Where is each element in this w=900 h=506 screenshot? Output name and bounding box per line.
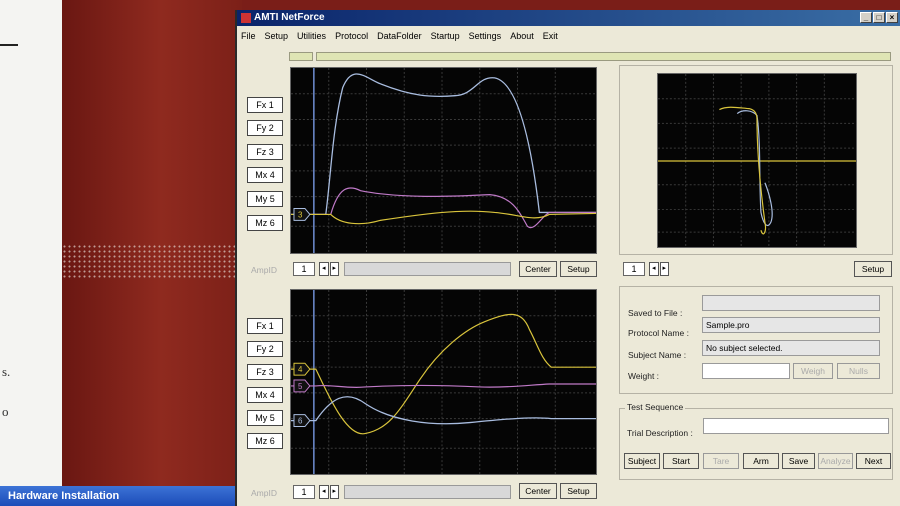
- arm-button[interactable]: Arm: [743, 453, 779, 469]
- save-button[interactable]: Save: [782, 453, 815, 469]
- menu-settings[interactable]: Settings: [469, 28, 502, 44]
- weigh-button[interactable]: Weigh: [793, 363, 833, 379]
- trial-description-label: Trial Description :: [627, 428, 693, 438]
- trace-fz-bottom: [291, 313, 596, 435]
- menu-about[interactable]: About: [510, 28, 534, 44]
- tare-button[interactable]: Tare: [703, 453, 739, 469]
- menu-exit[interactable]: Exit: [543, 28, 558, 44]
- amp-id-value-top[interactable]: 1: [293, 262, 315, 276]
- saved-to-file-label: Saved to File :: [628, 308, 683, 318]
- menu-protocol[interactable]: Protocol: [335, 28, 368, 44]
- spin-left-icon: ◂: [319, 262, 329, 276]
- minimize-button[interactable]: _: [860, 12, 872, 23]
- nulls-button[interactable]: Nulls: [837, 363, 880, 379]
- subject-name-label: Subject Name :: [628, 350, 687, 360]
- channel-fy2-button-bottom[interactable]: Fy 2: [247, 341, 283, 357]
- test-sequence-title: Test Sequence: [625, 402, 686, 412]
- weight-label: Weight :: [628, 371, 660, 381]
- app-icon: [241, 13, 251, 23]
- document-rule: [0, 44, 18, 46]
- next-button[interactable]: Next: [856, 453, 891, 469]
- status-segment-small: [289, 52, 313, 61]
- marker-label: 4: [298, 365, 303, 374]
- center-button-top[interactable]: Center: [519, 261, 557, 277]
- spin-right-icon: ▸: [659, 262, 669, 276]
- dotted-texture: [62, 244, 240, 280]
- cop-plot[interactable]: [657, 73, 857, 248]
- trial-description-input[interactable]: [703, 418, 889, 434]
- channel-mz6-button-top[interactable]: Mz 6: [247, 215, 283, 231]
- setup-button-bottom[interactable]: Setup: [560, 483, 597, 499]
- status-bar: [316, 52, 891, 61]
- weight-input[interactable]: [702, 363, 790, 379]
- cop-trace-blue: [736, 110, 773, 227]
- cop-value-field[interactable]: 1: [623, 262, 645, 276]
- force-plot-top[interactable]: 3: [290, 67, 597, 254]
- menu-setup[interactable]: Setup: [265, 28, 289, 44]
- channel-mz6-button-bottom[interactable]: Mz 6: [247, 433, 283, 449]
- document-text-fragment: o: [2, 404, 9, 419]
- marker-label: 3: [298, 210, 303, 219]
- menu-utilities[interactable]: Utilities: [297, 28, 326, 44]
- cop-spinner[interactable]: ◂ ▸: [649, 262, 669, 276]
- subject-name-field: No subject selected.: [702, 340, 880, 356]
- channel-my5-button-top[interactable]: My 5: [247, 191, 283, 207]
- menu-bar: File Setup Utilities Protocol DataFolder…: [241, 28, 558, 44]
- taskbar-item-hardware-installation[interactable]: Hardware Installation: [0, 486, 240, 506]
- menu-file[interactable]: File: [241, 28, 256, 44]
- marker-label: 5: [298, 382, 303, 391]
- amp-id-value-bottom[interactable]: 1: [293, 485, 315, 499]
- menu-datafolder[interactable]: DataFolder: [377, 28, 422, 44]
- analyze-button[interactable]: Analyze: [818, 453, 853, 469]
- marker-label: 6: [298, 417, 303, 426]
- close-button[interactable]: ×: [886, 12, 898, 23]
- channel-my5-button-bottom[interactable]: My 5: [247, 410, 283, 426]
- trace-fz-top: [291, 73, 596, 216]
- channel-fx1-button-bottom[interactable]: Fx 1: [247, 318, 283, 334]
- trace-fy-bottom: [291, 383, 596, 388]
- channel-marker: 3: [293, 207, 311, 221]
- spin-left-icon: ◂: [319, 485, 329, 499]
- amp-id-label-top: AmpID: [251, 265, 277, 275]
- start-button[interactable]: Start: [663, 453, 699, 469]
- channel-fz3-button-top[interactable]: Fz 3: [247, 144, 283, 160]
- force-plot-bottom[interactable]: 4 5 6: [290, 289, 597, 475]
- scroll-bar-bottom[interactable]: [344, 485, 511, 499]
- spin-right-icon: ▸: [329, 262, 339, 276]
- subject-button[interactable]: Subject: [624, 453, 660, 469]
- menu-startup[interactable]: Startup: [431, 28, 460, 44]
- document-background: [0, 0, 62, 506]
- grid: [291, 290, 596, 474]
- channel-markers: 4 5 6: [293, 362, 311, 428]
- channel-fy2-button-top[interactable]: Fy 2: [247, 120, 283, 136]
- channel-fz3-button-bottom[interactable]: Fz 3: [247, 364, 283, 380]
- protocol-name-field: Sample.pro: [702, 317, 880, 333]
- amp-id-label-bottom: AmpID: [251, 488, 277, 498]
- trace-mx-top: [291, 187, 596, 229]
- setup-button-cop[interactable]: Setup: [854, 261, 892, 277]
- scroll-bar-top[interactable]: [344, 262, 511, 276]
- spin-left-icon: ◂: [649, 262, 659, 276]
- center-button-bottom[interactable]: Center: [519, 483, 557, 499]
- document-text-fragment: s.: [2, 364, 11, 379]
- channel-fx1-button-top[interactable]: Fx 1: [247, 97, 283, 113]
- amp-id-spinner-top[interactable]: ◂ ▸: [319, 262, 339, 276]
- maximize-button[interactable]: □: [873, 12, 885, 23]
- saved-to-file-field: [702, 295, 880, 311]
- setup-button-top[interactable]: Setup: [560, 261, 597, 277]
- window-title: AMTI NetForce: [254, 12, 325, 23]
- amp-id-spinner-bottom[interactable]: ◂ ▸: [319, 485, 339, 499]
- netforce-window: AMTI NetForce _ □ × File Setup Utilities…: [235, 10, 900, 506]
- channel-mx4-button-bottom[interactable]: Mx 4: [247, 387, 283, 403]
- protocol-name-label: Protocol Name :: [628, 328, 689, 338]
- channel-mx4-button-top[interactable]: Mx 4: [247, 167, 283, 183]
- spin-right-icon: ▸: [329, 485, 339, 499]
- title-bar[interactable]: AMTI NetForce _ □ ×: [237, 10, 900, 26]
